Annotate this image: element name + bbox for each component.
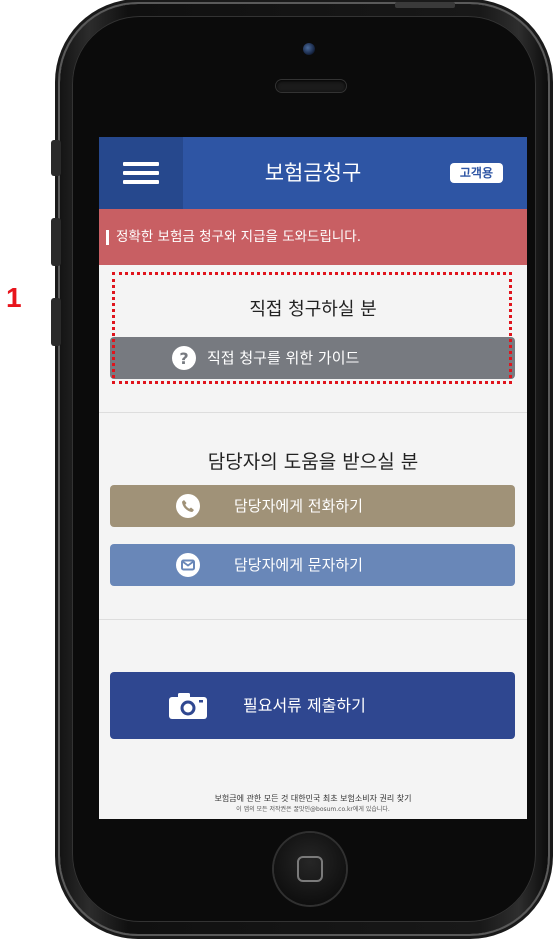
front-camera <box>303 43 315 55</box>
section-divider <box>99 412 527 413</box>
banner-accent-bar <box>106 230 109 245</box>
submit-button-label: 필요서류 제출하기 <box>243 696 366 715</box>
earpiece-speaker <box>276 80 346 92</box>
step-number-label: 1 <box>6 282 22 313</box>
home-square-icon <box>297 856 323 882</box>
home-button[interactable] <box>274 833 346 905</box>
camera-icon <box>168 692 208 720</box>
section-divider <box>99 619 527 620</box>
info-banner: 정확한 보험금 청구와 지급을 도와드립니다. <box>99 209 527 265</box>
mute-switch <box>51 140 61 176</box>
phone-icon <box>176 494 200 518</box>
sms-button-label: 담당자에게 문자하기 <box>234 556 363 574</box>
volume-up-button <box>51 218 61 266</box>
volume-down-button <box>51 298 61 346</box>
app-screen: 보험금청구 고객용 정확한 보험금 청구와 지급을 도와드립니다. 직접 청구하… <box>99 137 527 819</box>
footer-slogan: 보험금에 관한 모든 것 대한민국 최초 보험소비자 권리 찾기 <box>214 794 412 803</box>
banner-text: 정확한 보험금 청구와 지급을 도와드립니다. <box>116 229 362 245</box>
call-agent-button[interactable]: 담당자에게 전화하기 <box>110 485 515 527</box>
power-button <box>395 2 455 8</box>
sms-agent-button[interactable]: 담당자에게 문자하기 <box>110 544 515 586</box>
call-button-label: 담당자에게 전화하기 <box>234 497 363 515</box>
submit-documents-button[interactable]: 필요서류 제출하기 <box>110 672 515 739</box>
agent-help-title: 담당자의 도움을 받으실 분 <box>207 451 419 473</box>
mail-icon <box>176 553 200 577</box>
footer-copyright: 이 앱의 모든 저작권은 꿀맛인@bosum.co.kr에게 있습니다. <box>236 806 390 813</box>
customer-badge: 고객용 <box>449 163 503 183</box>
highlight-box <box>112 272 512 384</box>
app-header: 보험금청구 고객용 <box>99 137 527 209</box>
